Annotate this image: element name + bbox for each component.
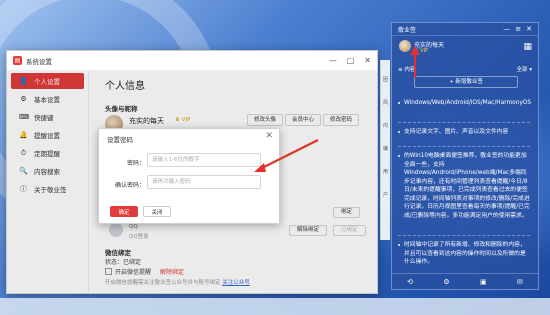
close-button[interactable]: ✕	[364, 56, 371, 65]
side-tab[interactable]: 内	[381, 122, 390, 129]
note-text: 的Win10电脑桌面便签推荐，敬业签的功能更加全面一些，支持Windows/An…	[404, 153, 530, 219]
message-icon[interactable]: ✉	[517, 278, 523, 286]
note-item[interactable]: 的Win10电脑桌面便签推荐，敬业签的功能更加全面一些，支持Windows/An…	[398, 152, 530, 220]
layout-icon[interactable]: ▣	[480, 278, 487, 286]
note-item[interactable]: 支持记录文字、图片、声音以及文件内容	[398, 128, 530, 137]
sync-icon[interactable]: ⟲	[407, 278, 413, 286]
app-logo-icon: ▤	[13, 56, 22, 65]
widget-filter-dropdown[interactable]: 全部 ▾	[516, 65, 532, 73]
window-titlebar[interactable]: ▤ 系统设置 — □ ✕	[7, 51, 377, 71]
widget-close-icon[interactable]: ✕	[526, 25, 532, 33]
maximize-button[interactable]: □	[347, 56, 355, 65]
note-text: 时间轴中记录了所有新增、修改和删除的内容，并且可以查看到这内容的操作时间以及所做…	[404, 242, 526, 265]
widget-category[interactable]: ≡ 内容	[398, 65, 415, 73]
widget-controls: — ≡ ✕	[503, 25, 532, 33]
confirm-password-label: 确认密码：	[114, 182, 145, 189]
note-item[interactable]: 时间轴中记录了所有新增、修改和删除的内容，并且可以查看到这内容的操作时间以及所做…	[398, 241, 530, 267]
note-text: Windows/Web/Android/iOS/Mac/HarmonyOS	[404, 100, 532, 106]
settings-icon[interactable]: ⚙	[443, 278, 449, 286]
confirm-button[interactable]: 确定	[110, 206, 138, 217]
confirm-password-input[interactable]	[147, 175, 261, 189]
widget-menu-icon[interactable]: ≡	[515, 25, 521, 33]
widget-vip-badge: ♛ VIP	[414, 48, 428, 54]
window-title: 系统设置	[26, 57, 52, 66]
note-divider	[398, 146, 530, 147]
password-input[interactable]	[147, 153, 261, 167]
bullet-icon	[398, 155, 400, 157]
note-divider	[398, 122, 530, 123]
side-tab[interactable]: 团	[381, 76, 390, 83]
calendar-icon[interactable]: ▦	[523, 42, 532, 52]
widget-avatar[interactable]	[399, 40, 411, 52]
sticky-note-widget: 敬业签 — ≡ ✕ 充实的每天 ♛ VIP ▦ ≡ 内容 全部 ▾ + 新增敬业…	[391, 22, 539, 290]
widget-minimize-icon[interactable]: —	[503, 25, 510, 33]
note-item[interactable]: Windows/Web/Android/iOS/Mac/HarmonyOS	[398, 99, 532, 108]
note-divider	[398, 235, 530, 236]
bullet-icon	[398, 131, 400, 133]
window-controls: — □ ✕	[329, 56, 371, 65]
widget-app-name: 敬业签	[398, 26, 417, 34]
widget-topbar[interactable]: 敬业签 — ≡ ✕	[392, 23, 538, 36]
note-text: 支持记录文字、图片、声音以及文件内容	[404, 129, 509, 135]
widget-filter-bar: ≡ 内容 全部 ▾	[398, 65, 532, 73]
bullet-icon	[398, 102, 400, 104]
side-tab[interactable]: 编	[381, 145, 390, 152]
minimize-button[interactable]: —	[329, 56, 337, 65]
dialog-title: 设置密码	[107, 136, 133, 144]
side-tab[interactable]: 户	[381, 191, 390, 198]
widget-bottom-toolbar: ⟲ ⚙ ▣ ✉	[392, 273, 538, 289]
new-note-button[interactable]: + 新增敬业签	[414, 76, 518, 88]
password-label: 密码：	[126, 160, 145, 167]
side-tab[interactable]: 用	[381, 168, 390, 175]
close-dialog-button[interactable]: 关闭	[143, 206, 171, 217]
widget-side-tabs: 团 风 内 编 用 户	[380, 60, 390, 240]
dialog-close-icon[interactable]: ✕	[265, 131, 273, 141]
side-tab[interactable]: 风	[381, 99, 390, 106]
bullet-icon	[398, 244, 400, 246]
taskbar	[0, 298, 550, 315]
